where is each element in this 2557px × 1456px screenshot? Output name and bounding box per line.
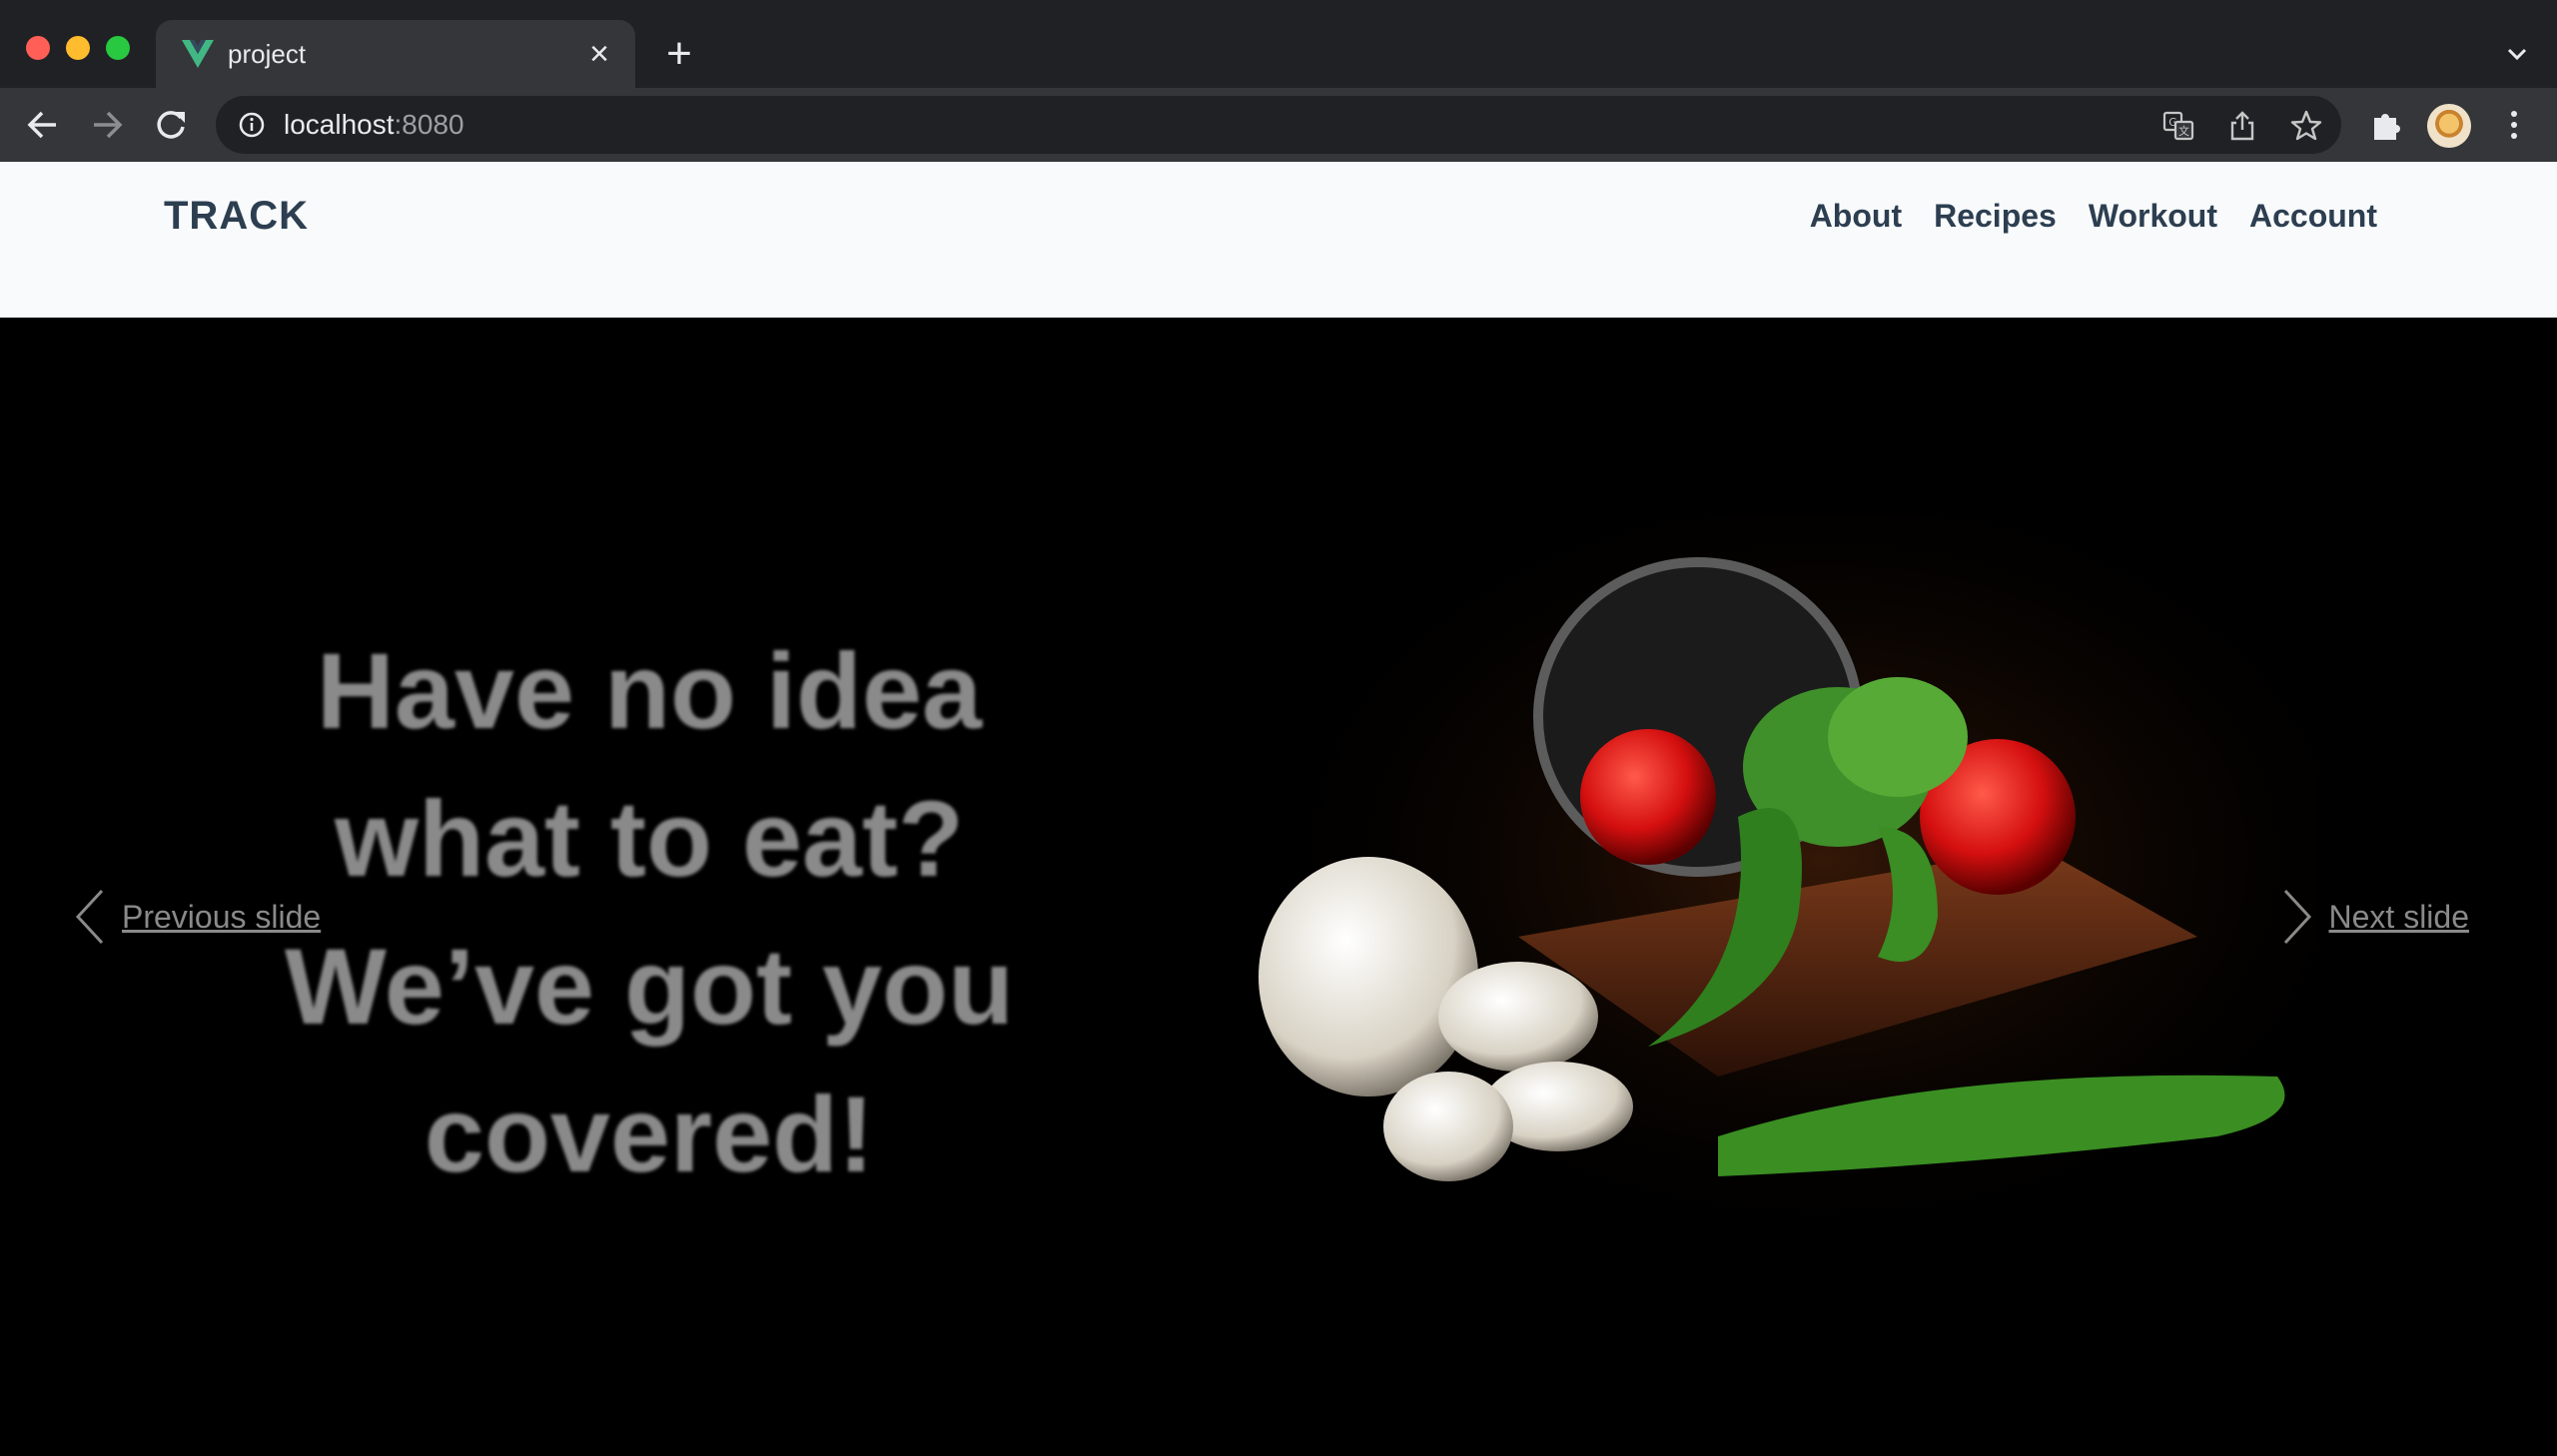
nav-link-workout[interactable]: Workout	[2089, 198, 2217, 235]
tab-title: project	[228, 39, 307, 69]
chevron-left-icon	[75, 889, 104, 945]
previous-slide-button[interactable]: Previous slide	[72, 887, 321, 947]
tab-search-chevron-icon[interactable]	[2503, 40, 2531, 68]
bookmark-star-icon[interactable]	[2289, 109, 2323, 143]
back-arrow-icon[interactable]	[22, 104, 64, 146]
share-icon[interactable]	[2225, 109, 2259, 143]
previous-slide-label: Previous slide	[122, 898, 322, 935]
close-tab-icon[interactable]: ×	[581, 36, 617, 72]
nav-link-about[interactable]: About	[1810, 198, 1902, 235]
new-tab-icon[interactable]: +	[659, 32, 699, 76]
url-port: :8080	[394, 109, 464, 140]
main-nav: About Recipes Workout Account	[1810, 198, 2377, 235]
url-text: localhost:8080	[284, 108, 464, 142]
browser-tabstrip: project × +	[0, 0, 2557, 88]
browser-tab[interactable]: project ×	[156, 20, 635, 88]
next-slide-label: Next slide	[2328, 898, 2470, 935]
reload-icon[interactable]	[150, 104, 192, 146]
next-slide-button[interactable]: Next slide	[2279, 887, 2470, 947]
url-host: localhost	[284, 109, 395, 140]
translate-icon[interactable]: 文 G	[2161, 109, 2195, 143]
vue-logo-icon	[182, 40, 214, 68]
nav-link-account[interactable]: Account	[2249, 198, 2377, 235]
minimize-window-button[interactable]	[66, 36, 90, 60]
maximize-window-button[interactable]	[106, 36, 130, 60]
profile-avatar[interactable]	[2427, 104, 2471, 148]
svg-text:G: G	[2168, 116, 2177, 129]
site-header: TRACK About Recipes Workout Account	[0, 162, 2557, 320]
hero-line: covered!	[424, 1074, 875, 1194]
browser-toolbar: localhost:8080 文 G	[0, 88, 2557, 163]
more-menu-icon[interactable]	[2493, 104, 2535, 146]
svg-text:文: 文	[2178, 124, 2189, 138]
close-window-button[interactable]	[26, 36, 50, 60]
hero-carousel: Have no idea what to eat? We’ve got you …	[0, 318, 2557, 1456]
forward-arrow-icon[interactable]	[86, 104, 128, 146]
hero-line: Have no idea	[316, 630, 983, 751]
site-info-icon[interactable]	[238, 111, 266, 139]
extensions-puzzle-icon[interactable]	[2365, 104, 2407, 146]
site-logo[interactable]: TRACK	[164, 194, 309, 239]
chevron-right-icon	[2283, 889, 2311, 945]
address-bar[interactable]: localhost:8080 文 G	[216, 96, 2341, 154]
vegetables-image	[1219, 517, 2317, 1276]
nav-link-recipes[interactable]: Recipes	[1934, 198, 2057, 235]
